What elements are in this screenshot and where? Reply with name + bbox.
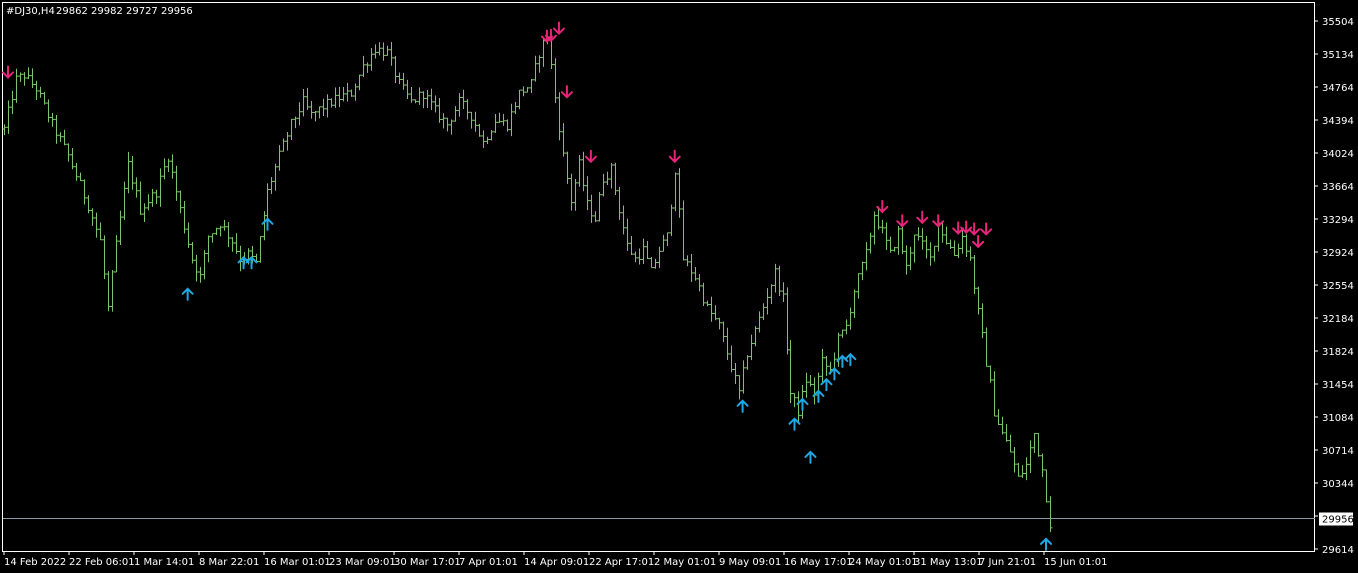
y-tick-label: 32924 [1322, 248, 1354, 259]
ohlc-readout: 29862 29982 29727 29956 [56, 6, 193, 17]
y-tick-label: 34394 [1322, 116, 1354, 127]
y-tick-label: 35504 [1322, 17, 1354, 28]
y-tick-label: 34024 [1322, 149, 1354, 160]
y-tick-label: 33294 [1322, 215, 1354, 226]
y-tick-label: 33664 [1322, 182, 1354, 193]
x-tick-label: 16 May 17:01 [784, 557, 853, 568]
y-tick-label: 31824 [1322, 347, 1354, 358]
x-tick-label: 14 Feb 2022 [4, 557, 66, 568]
symbol-timeframe: #DJ30,H4 [6, 6, 55, 17]
x-tick-label: 9 May 09:01 [719, 557, 781, 568]
x-tick-label: 22 Feb 06:01 [69, 557, 135, 568]
y-tick-label: 29614 [1322, 545, 1354, 556]
y-tick-label: 31454 [1322, 380, 1354, 391]
chart-background [0, 0, 1358, 573]
x-tick-label: 8 Mar 22:01 [199, 557, 259, 568]
price-chart[interactable]: 35504 35134 34764 34394 34024 33664 33294 32924… [0, 0, 1358, 573]
x-tick-label: 15 Jun 01:01 [1044, 557, 1108, 568]
y-tick-label: 31084 [1322, 413, 1354, 424]
y-tick-label: 30344 [1322, 479, 1354, 490]
y-tick-label: 35134 [1322, 50, 1354, 61]
price-label-box: 29956 [1319, 512, 1354, 526]
x-tick-label: 23 Mar 09:01 [329, 557, 396, 568]
x-tick-label: 31 May 13:01 [914, 557, 983, 568]
y-tick-label: 30714 [1322, 446, 1354, 457]
x-tick-label: 16 Mar 01:01 [264, 557, 331, 568]
y-tick-label: 32554 [1322, 281, 1354, 292]
x-tick-label: 7 Apr 01:01 [459, 557, 518, 568]
x-tick-label: 7 Jun 21:01 [979, 557, 1036, 568]
current-price-value: 29956 [1322, 515, 1354, 526]
x-tick-label: 30 Mar 17:01 [394, 557, 461, 568]
x-tick-label: 2 May 01:01 [654, 557, 716, 568]
y-tick-label: 32184 [1322, 314, 1354, 325]
y-tick-label: 34764 [1322, 83, 1354, 94]
x-tick-label: 1 Mar 14:01 [134, 557, 194, 568]
x-tick-label: 24 May 01:01 [849, 557, 918, 568]
x-tick-label: 14 Apr 09:01 [524, 557, 589, 568]
x-tick-label: 22 Apr 17:01 [589, 557, 654, 568]
